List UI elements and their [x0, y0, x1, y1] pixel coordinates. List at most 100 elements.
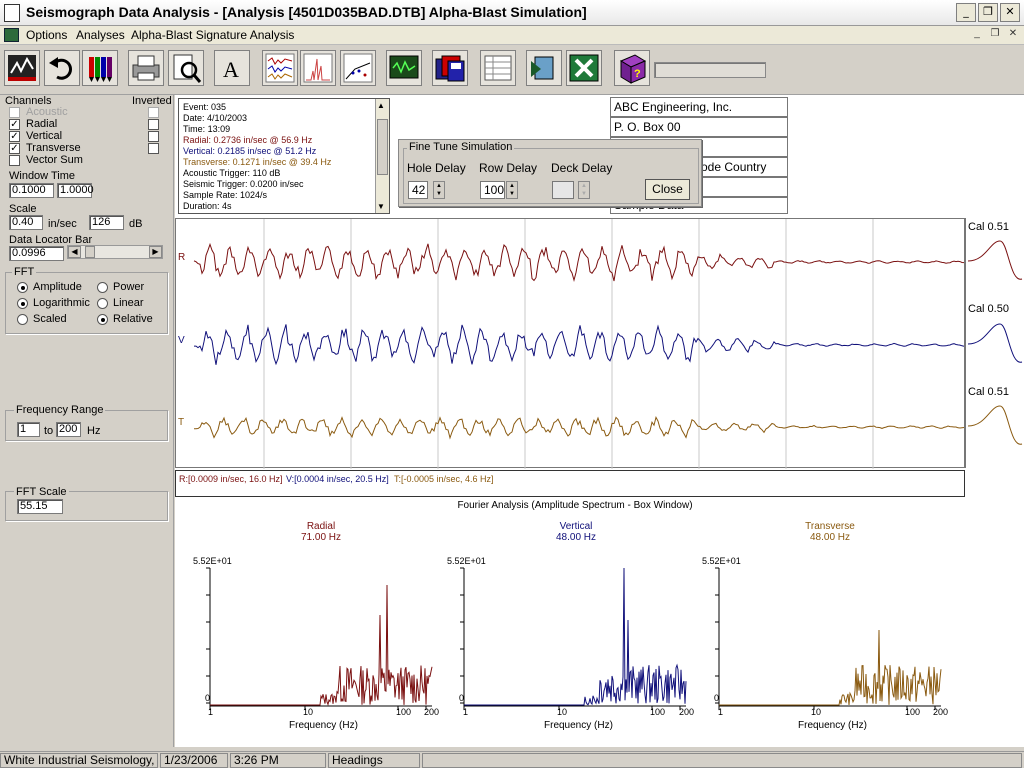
menu-analyses[interactable]: Analyses [76, 28, 125, 42]
print-icon[interactable] [128, 50, 164, 86]
info-scrollbar[interactable]: ▲ ▼ [375, 99, 389, 213]
compliance-chart-icon[interactable] [340, 50, 376, 86]
radial-tick-200: 200 [424, 707, 440, 717]
export-icon[interactable] [526, 50, 562, 86]
relative-radio[interactable] [97, 314, 108, 325]
mdi-close-button[interactable]: ✕ [1006, 28, 1020, 42]
print-preview-icon[interactable] [168, 50, 204, 86]
text-icon[interactable]: A [214, 50, 250, 86]
row-delay-label: Row Delay [479, 161, 538, 175]
transverse-tick-10: 10 [811, 707, 822, 717]
deck-delay-stepper[interactable]: ▲ ▼ [578, 181, 590, 199]
address-line-2-field[interactable]: P. O. Box 00 [610, 117, 788, 137]
row-delay-input[interactable]: 100 [480, 181, 505, 199]
scaled-label: Scaled [33, 313, 67, 325]
vector-sum-checkbox[interactable] [9, 155, 20, 166]
excel-icon[interactable] [566, 50, 602, 86]
row-delay-stepper[interactable]: ▲ ▼ [506, 181, 518, 199]
scroll-thumb[interactable] [85, 246, 95, 258]
locator-scrollbar[interactable]: ◀ ▶ [67, 245, 163, 259]
help-book-icon[interactable]: ? [614, 50, 650, 86]
hole-delay-input[interactable]: 42 [408, 181, 428, 199]
document-icon[interactable] [4, 28, 19, 42]
window-time-label: Window Time [9, 170, 76, 182]
scroll-thumb[interactable] [377, 119, 388, 175]
radial-tick-100: 100 [396, 707, 412, 717]
fourier-title: Fourier Analysis (Amplitude Spectrum - B… [457, 500, 693, 511]
vertical-label: Vertical [26, 130, 63, 142]
logarithmic-label: Logarithmic [33, 297, 90, 309]
status-empty [422, 753, 1022, 768]
window-time-end-input[interactable]: 1.0000 [57, 183, 94, 198]
table-icon[interactable] [480, 50, 516, 86]
logarithmic-radio[interactable] [17, 298, 28, 309]
linear-radio[interactable] [97, 298, 108, 309]
pencils-icon[interactable] [82, 50, 118, 86]
trace-r [193, 242, 965, 283]
transverse-inverted-checkbox[interactable] [148, 143, 159, 154]
deck-delay-input[interactable] [552, 181, 574, 199]
calibration-pulse [967, 323, 1023, 363]
db-input[interactable]: 126 [89, 215, 124, 230]
fft-scale-input[interactable]: 55.15 [17, 499, 63, 514]
acoustic-checkbox[interactable] [9, 107, 20, 118]
fft-scale-label: FFT Scale [14, 486, 69, 498]
app-icon[interactable] [4, 4, 20, 22]
spectrum-svg [206, 567, 942, 710]
scroll-right-arrow-icon[interactable]: ▶ [149, 246, 162, 258]
close-dialog-button[interactable]: Close [645, 179, 690, 200]
undo-icon[interactable] [44, 50, 80, 86]
power-radio[interactable] [97, 282, 108, 293]
vertical-spectrum-freq: 48.00 Hz [555, 532, 597, 543]
vertical-tick-10: 10 [557, 707, 568, 717]
minimize-button[interactable]: _ [956, 3, 976, 22]
inverted-label: Inverted [132, 95, 172, 107]
radial-tick-10: 10 [303, 707, 314, 717]
menu-alpha-blast[interactable]: Alpha-Blast Signature Analysis [131, 28, 294, 42]
menu-bar: Options Analyses Alpha-Blast Signature A… [0, 26, 1024, 45]
amplitude-radio[interactable] [17, 282, 28, 293]
window-time-start-input[interactable]: 0.1000 [9, 183, 54, 198]
scale-input[interactable]: 0.40 [9, 215, 43, 230]
restore-button[interactable]: ❐ [978, 3, 998, 22]
locator-input[interactable]: 0.0996 [9, 246, 64, 261]
status-date: 1/23/2006 [160, 753, 228, 768]
calibration-panel: Cal 0.51 Cal 0.50 Cal 0.51 [965, 218, 1024, 468]
radial-checkbox[interactable]: ✓ [9, 119, 20, 130]
freq-from-input[interactable]: 1 [17, 422, 40, 437]
scroll-down-icon[interactable]: ▼ [377, 202, 385, 211]
mdi-restore-button[interactable]: ❐ [988, 28, 1002, 42]
scroll-up-icon[interactable]: ▲ [377, 101, 385, 110]
left-control-panel: Channels Inverted Acoustic ✓ Radial ✓ Ve… [0, 95, 174, 747]
transverse-checkbox[interactable]: ✓ [9, 143, 20, 154]
waveform-svg: R V T [178, 219, 965, 469]
deck-delay-label: Deck Delay [551, 161, 613, 175]
monitor-icon[interactable] [386, 50, 422, 86]
vertical-inverted-checkbox[interactable] [148, 131, 159, 142]
freq-to-label: to [44, 425, 54, 437]
freq-to-input[interactable]: 200 [56, 422, 81, 437]
trace-label: T [178, 417, 184, 428]
save-disks-icon[interactable] [432, 50, 468, 86]
calibration-svg [967, 240, 1023, 445]
radial-spectrum-freq: 71.00 Hz [300, 532, 342, 543]
vertical-tick-200: 200 [679, 707, 695, 717]
vertical-peak-line: Vertical: 0.2185 in/sec @ 51.2 Hz [183, 146, 317, 156]
seismograph-icon[interactable] [4, 50, 40, 86]
scroll-left-arrow-icon[interactable]: ◀ [68, 246, 81, 258]
transverse-xlabel: Frequency (Hz) [798, 720, 867, 731]
svg-text:?: ? [634, 68, 641, 80]
acoustic-inverted-checkbox[interactable] [148, 107, 159, 118]
radial-spectrum-name: Radial [306, 521, 336, 532]
waveform-chart-icon[interactable] [262, 50, 298, 86]
hole-delay-stepper[interactable]: ▲ ▼ [433, 181, 445, 199]
mdi-minimize-button[interactable]: _ [970, 28, 984, 42]
company-field[interactable]: ABC Engineering, Inc. [610, 97, 788, 117]
waveform-plot[interactable]: R V T [175, 218, 965, 469]
radial-inverted-checkbox[interactable] [148, 119, 159, 130]
menu-options[interactable]: Options [26, 28, 67, 42]
close-button[interactable]: ✕ [1000, 3, 1020, 22]
scaled-radio[interactable] [17, 314, 28, 325]
vertical-checkbox[interactable]: ✓ [9, 131, 20, 142]
spectrum-chart-icon[interactable] [300, 50, 336, 86]
